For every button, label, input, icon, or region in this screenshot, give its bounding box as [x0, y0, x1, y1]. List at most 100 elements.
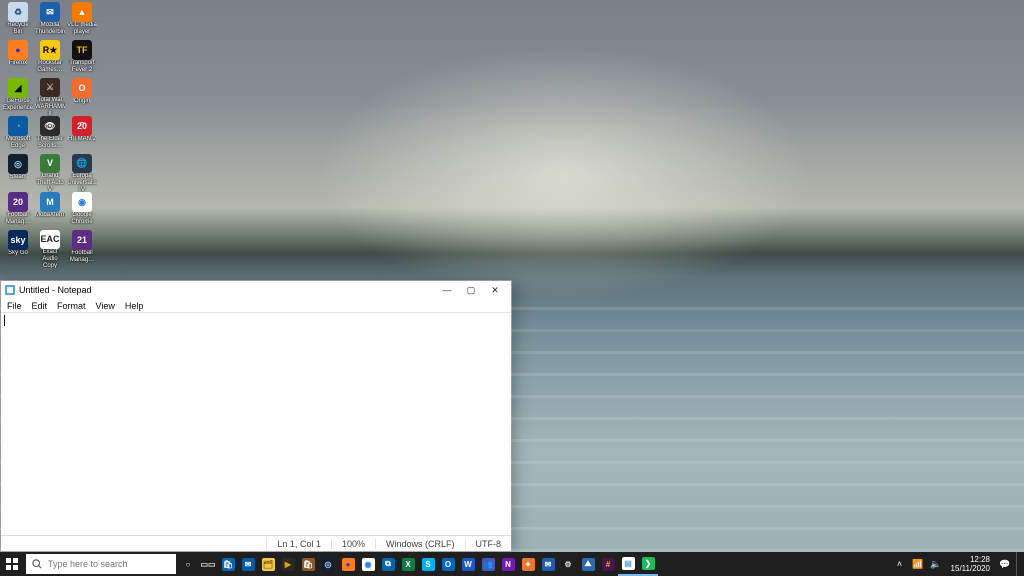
desktop-icon-football-manag[interactable]: 20Football Manag…	[2, 192, 34, 230]
taskbar-app-thunderbird[interactable]: ✉	[538, 552, 558, 576]
taskbar-app-file-explorer[interactable]: 🗂	[258, 552, 278, 576]
app-icon: V	[40, 154, 60, 173]
notepad-titlebar[interactable]: Untitled - Notepad — ▢ ✕	[1, 281, 511, 299]
taskbar-app-vscode[interactable]: ⧉	[378, 552, 398, 576]
app-icon: TF	[72, 40, 92, 60]
taskbar-app-outlook[interactable]: O	[438, 552, 458, 576]
menu-file[interactable]: File	[7, 301, 22, 311]
icon-label: Mozilla Thunderbird	[35, 22, 65, 36]
taskbar-app-microsoft-store[interactable]: 🛍	[218, 552, 238, 576]
desktop-icon-exact-audio-copy[interactable]: EACExact Audio Copy	[34, 230, 66, 268]
desktop-icon-rockstar-games[interactable]: R★Rockstar Games…	[34, 40, 66, 78]
taskbar-app-spotify[interactable]: ❯	[638, 552, 658, 576]
desktop-icon-microsoft-edge[interactable]: ◔Microsoft Edge	[2, 116, 34, 154]
notepad-menubar: File Edit Format View Help	[1, 299, 511, 313]
microsoft-store-icon: 🛍	[222, 558, 235, 571]
taskbar-app-cortana[interactable]: ○	[178, 552, 198, 576]
taskbar-app-steam[interactable]: ◎	[318, 552, 338, 576]
chrome-icon: ◉	[362, 558, 375, 571]
desktop-icon-europa-universalis-iv[interactable]: 🌐Europa Universalis IV	[66, 154, 98, 192]
desktop-icon-football-manag[interactable]: 21Football Manag…	[66, 230, 98, 268]
onenote-icon: N	[502, 558, 515, 571]
taskbar-app-chrome[interactable]: ◉	[358, 552, 378, 576]
taskbar-app-slack[interactable]: #	[598, 552, 618, 576]
status-eol: Windows (CRLF)	[375, 539, 465, 549]
desktop-icon-sky-go[interactable]: skySky Go	[2, 230, 34, 268]
shopping-icon: 🛍	[302, 558, 315, 571]
taskbar-app-firefox[interactable]: ●	[338, 552, 358, 576]
icon-label: Europa Universalis IV	[67, 173, 97, 192]
app-icon: ♻	[8, 2, 28, 22]
taskbar-app-shopping[interactable]: 🛍	[298, 552, 318, 576]
taskbar-app-skype[interactable]: S	[418, 552, 438, 576]
photos-icon: ⛰	[582, 558, 595, 571]
close-button[interactable]: ✕	[483, 282, 507, 298]
desktop-icon-vlc-media-player[interactable]: ▲VLC media player	[66, 2, 98, 40]
icon-label: Recycle Bin	[3, 22, 33, 36]
desktop-icon-mobaxterm[interactable]: MMobaXterm	[34, 192, 66, 230]
search-input[interactable]	[48, 559, 170, 569]
taskbar-app-excel[interactable]: X	[398, 552, 418, 576]
taskbar-app-task-view[interactable]: ▭▭	[198, 552, 218, 576]
desktop-icon-hitman-2[interactable]: 2̄0HITMAN 2	[66, 116, 98, 154]
desktop[interactable]: ♻Recycle Bin✉Mozilla Thunderbird▲VLC med…	[0, 0, 1024, 576]
icon-label: Rockstar Games…	[35, 60, 65, 74]
desktop-icon-mozilla-thunderbird[interactable]: ✉Mozilla Thunderbird	[34, 2, 66, 40]
desktop-icon-the-elder-scrolls[interactable]: 👁The Elder Scrolls…	[34, 116, 66, 154]
taskbar-app-photos[interactable]: ⛰	[578, 552, 598, 576]
desktop-icon-google-chrome[interactable]: ◉Google Chrome	[66, 192, 98, 230]
taskbar-app-tableau[interactable]: ✦	[518, 552, 538, 576]
word-icon: W	[462, 558, 475, 571]
notepad-title: Untitled - Notepad	[19, 285, 92, 295]
desktop-icon-geforce-experience[interactable]: ◢GeForce Experience	[2, 78, 34, 116]
icon-label: Grand Theft Auto V	[35, 173, 65, 192]
notepad-window[interactable]: Untitled - Notepad — ▢ ✕ File Edit Forma…	[0, 280, 512, 552]
icon-label: Origin	[74, 98, 90, 105]
icon-label: Steam	[9, 174, 26, 181]
show-desktop-button[interactable]	[1016, 552, 1022, 576]
clock-date: 15/11/2020	[951, 564, 990, 573]
taskbar-app-mail[interactable]: ✉	[238, 552, 258, 576]
maximize-button[interactable]: ▢	[459, 282, 483, 298]
menu-edit[interactable]: Edit	[32, 301, 48, 311]
app-icon: 2̄0	[72, 116, 92, 136]
minimize-button[interactable]: —	[435, 282, 459, 298]
search-icon	[32, 559, 42, 569]
outlook-icon: O	[442, 558, 455, 571]
icon-label: Football Manag…	[3, 212, 33, 226]
status-enc: UTF-8	[465, 539, 512, 549]
taskbar-app-notepad[interactable]: ▤	[618, 552, 638, 576]
notepad-text-area[interactable]	[1, 313, 511, 535]
cortana-icon: ○	[182, 558, 195, 571]
desktop-icon-steam[interactable]: ◎Steam	[2, 154, 34, 192]
taskbar-app-teams[interactable]: 👥	[478, 552, 498, 576]
desktop-icon-total-war-warhammer-ii[interactable]: ⚔Total War WARHAMMER II	[34, 78, 66, 116]
desktop-icon-grand-theft-auto-v[interactable]: VGrand Theft Auto V	[34, 154, 66, 192]
desktop-icon-origin[interactable]: OOrigin	[66, 78, 98, 116]
desktop-icon-recycle-bin[interactable]: ♻Recycle Bin	[2, 2, 34, 40]
icon-label: Sky Go	[8, 250, 28, 257]
desktop-icon-firefox[interactable]: ●Firefox	[2, 40, 34, 78]
taskbar-search[interactable]	[26, 554, 176, 574]
app-icon: 20	[8, 192, 28, 212]
taskbar-app-word[interactable]: W	[458, 552, 478, 576]
start-button[interactable]	[0, 552, 24, 576]
notifications-icon[interactable]: 💬	[998, 557, 1012, 571]
app-icon: R★	[40, 40, 60, 60]
taskbar-app-settings[interactable]: ⚙	[558, 552, 578, 576]
taskbar-app-onenote[interactable]: N	[498, 552, 518, 576]
taskbar-app-plex[interactable]: ▶	[278, 552, 298, 576]
menu-view[interactable]: View	[96, 301, 115, 311]
menu-help[interactable]: Help	[125, 301, 144, 311]
app-icon: 21	[72, 230, 92, 250]
taskbar-clock[interactable]: 12:28 15/11/2020	[947, 555, 994, 573]
desktop-icon-transport-fever-2[interactable]: TFTransport Fever 2	[66, 40, 98, 78]
volume-icon[interactable]: 🔈	[929, 557, 943, 571]
text-caret	[4, 315, 5, 326]
icon-label: The Elder Scrolls…	[35, 136, 65, 150]
taskbar-apps: ○▭▭🛍✉🗂▶🛍◎●◉⧉XSOW👥N✦✉⚙⛰#▤❯	[178, 552, 658, 576]
menu-format[interactable]: Format	[57, 301, 86, 311]
wifi-icon[interactable]: 📶	[911, 557, 925, 571]
tray-chevron-icon[interactable]: ˄	[893, 557, 907, 571]
app-icon: ◉	[72, 192, 92, 212]
